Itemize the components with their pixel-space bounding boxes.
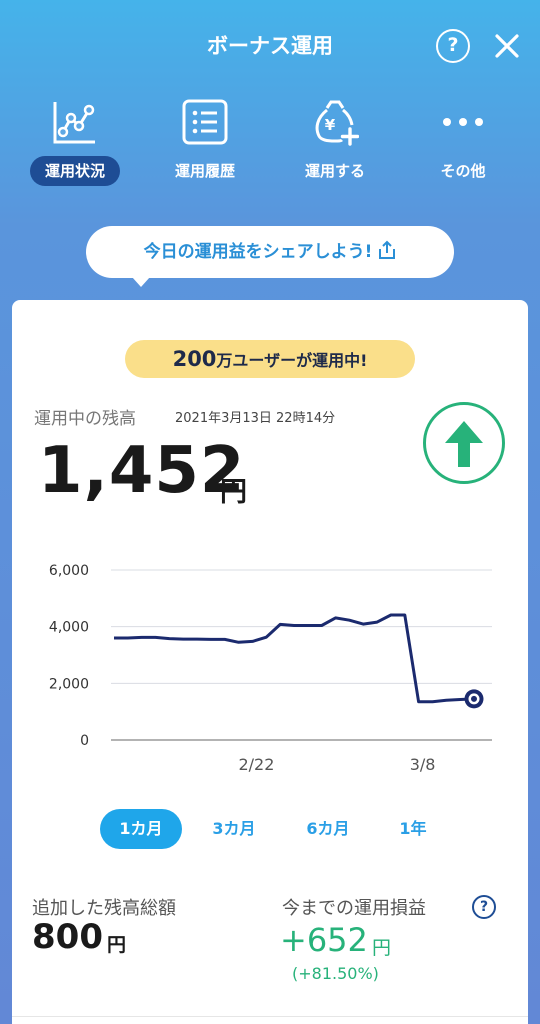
share-icon — [379, 240, 396, 259]
users-text: 万ユーザーが運用中! — [216, 351, 368, 370]
balance-value: 1,452 — [38, 434, 246, 508]
period-1y[interactable]: 1年 — [378, 809, 448, 849]
period-3m[interactable]: 3カ月 — [194, 809, 274, 849]
period-selector: 1カ月 3カ月 6カ月 1年 — [12, 809, 528, 849]
divider — [12, 1016, 528, 1017]
nav-item-label: 運用履歴 — [174, 162, 235, 180]
y-tick-label: 6,000 — [49, 563, 89, 579]
series-line — [114, 613, 475, 704]
balance-unit: 円 — [220, 477, 247, 508]
balance-card: 200万ユーザーが運用中! 運用中の残高 2021年3月13日 22時14分 1… — [12, 300, 528, 1024]
header: ボーナス運用 ? — [0, 0, 540, 92]
profit-loss-help-button[interactable]: ? — [472, 895, 496, 919]
x-tick-label: 3/8 — [410, 755, 436, 774]
line-chart-icon — [53, 102, 95, 144]
nav-item-label: 運用状況 — [30, 156, 120, 186]
profit-loss-value: +652 — [280, 921, 368, 959]
profit-loss-percent: (+81.50%) — [292, 964, 379, 983]
nav-item-label: 運用する — [304, 162, 365, 180]
users-count: 200 — [172, 347, 217, 371]
close-icon — [495, 34, 519, 58]
profit-loss-unit: 円 — [372, 937, 392, 959]
y-tick-label: 0 — [80, 733, 89, 749]
profit-loss-label: 今までの運用損益 — [282, 898, 426, 919]
up-arrow-icon — [445, 421, 483, 467]
nav-item-status[interactable]: 運用状況 — [15, 92, 135, 192]
y-tick-label: 4,000 — [49, 620, 89, 636]
x-tick-label: 2/22 — [238, 755, 274, 774]
period-6m[interactable]: 6カ月 — [288, 809, 368, 849]
nav-item-label: その他 — [440, 162, 486, 180]
added-value: 800 — [32, 917, 103, 957]
list-icon — [182, 99, 228, 145]
users-badge: 200万ユーザーが運用中! — [125, 340, 415, 378]
share-label: 今日の運用益をシェアしよう! — [143, 242, 373, 262]
nav-item-more[interactable]: その他 — [403, 92, 523, 192]
share-button[interactable]: 今日の運用益をシェアしよう! — [86, 226, 454, 287]
svg-text:¥: ¥ — [325, 116, 336, 134]
help-button[interactable]: ? — [436, 29, 470, 63]
balance-label: 運用中の残高 — [34, 409, 136, 429]
balance-chart: 6,000 4,000 2,000 0 2/22 3/8 — [49, 563, 492, 774]
money-bag-plus-icon: ¥ — [315, 100, 359, 146]
nav-item-history[interactable]: 運用履歴 — [145, 92, 265, 192]
added-unit: 円 — [107, 934, 127, 956]
latest-point-center — [471, 695, 477, 702]
period-1m[interactable]: 1カ月 — [100, 809, 182, 849]
nav-bar: 運用状況 運用履歴 ¥ 運用する その他 — [0, 92, 540, 202]
y-tick-label: 2,000 — [49, 676, 89, 692]
more-dots-icon — [443, 118, 483, 126]
timestamp: 2021年3月13日 22時14分 — [175, 411, 336, 426]
trend-indicator — [423, 402, 505, 484]
nav-item-invest[interactable]: ¥ 運用する — [275, 92, 395, 192]
close-button[interactable] — [494, 33, 520, 59]
